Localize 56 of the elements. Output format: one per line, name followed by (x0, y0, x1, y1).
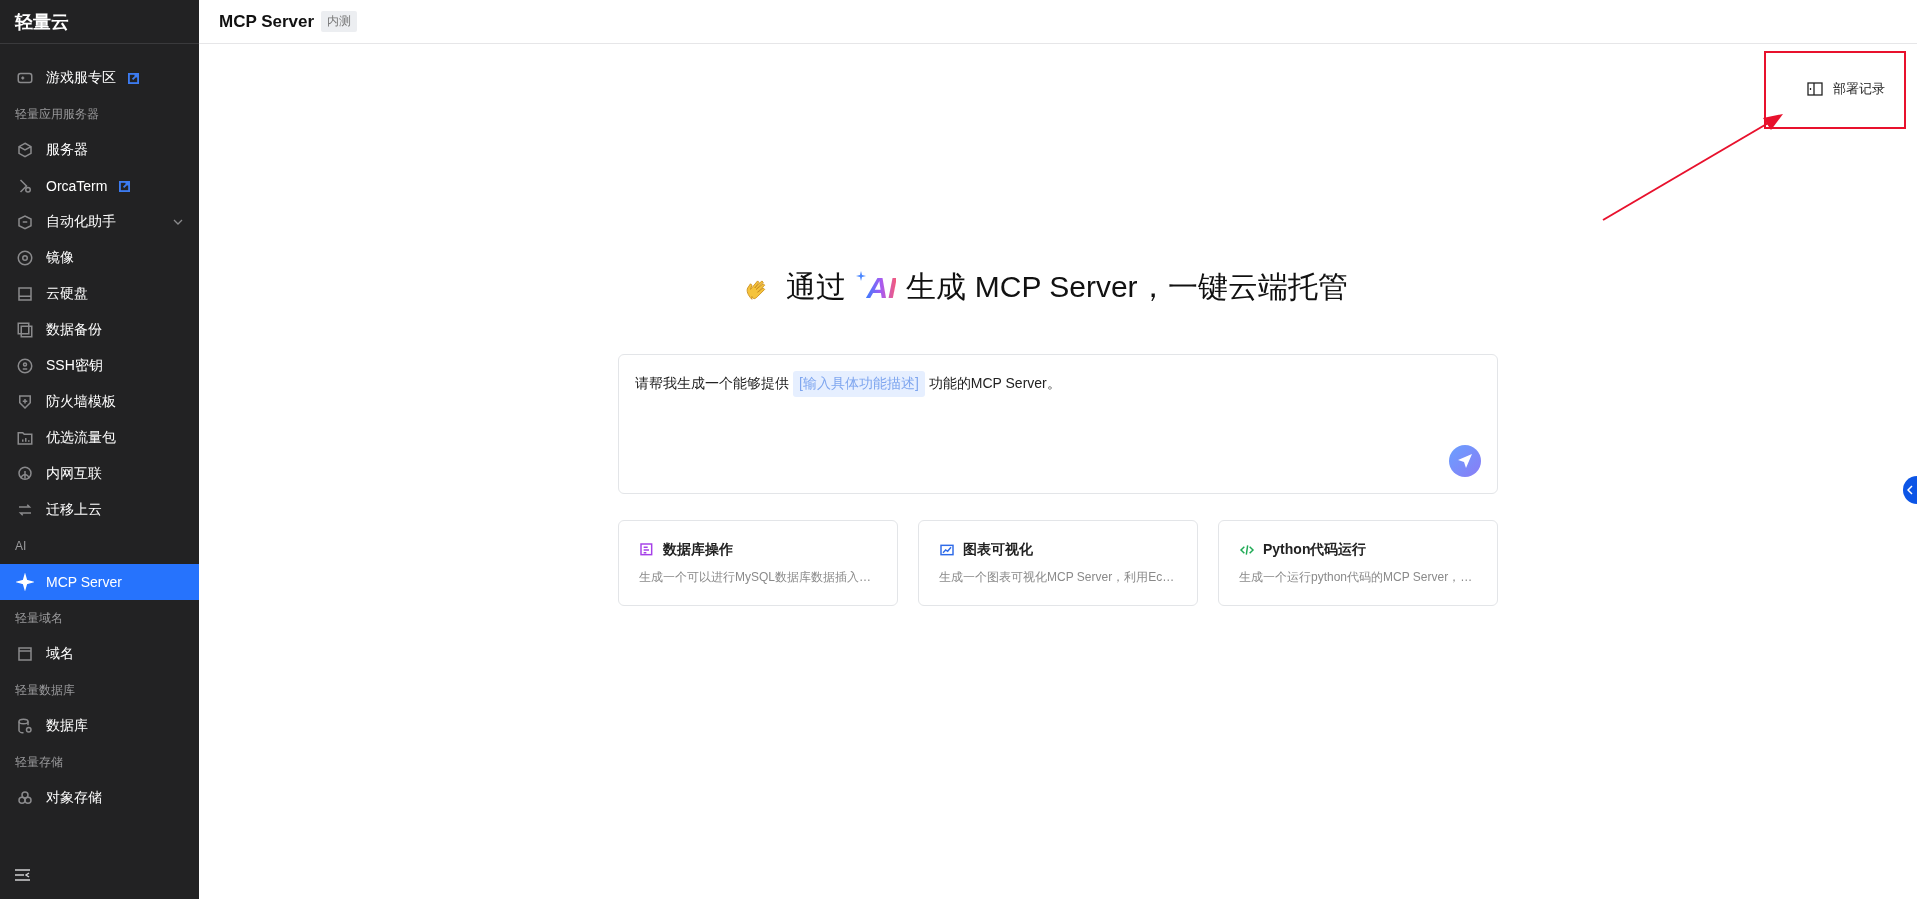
sidebar-item[interactable]: MCP Server (0, 564, 199, 600)
sidebar-item[interactable]: 云硬盘 (0, 276, 199, 312)
chevron-down-icon (173, 219, 183, 225)
page-title: MCP Server (219, 11, 315, 32)
send-button[interactable] (1449, 445, 1481, 477)
beta-badge: 内测 (321, 11, 358, 32)
folder-chart-icon (16, 429, 34, 447)
template-card[interactable]: Python代码运行 生成一个运行python代码的MCP Server，… (1218, 520, 1498, 606)
template-description: 生成一个图表可视化MCP Server，利用Ec… (939, 569, 1176, 586)
sidebar-item[interactable]: SSH密钥 (0, 348, 199, 384)
cube-icon (16, 141, 34, 159)
section-label: 轻量数据库 (14, 681, 76, 699)
section-label: AI (14, 538, 28, 555)
chevron-left-icon (1907, 485, 1913, 495)
sidebar-item[interactable]: 自动化助手 (0, 204, 199, 240)
sparkle-icon (16, 573, 34, 591)
sidebar-item[interactable]: 对象存储 (0, 780, 199, 816)
sidebar-item[interactable]: 域名 (0, 636, 199, 672)
sidebar-item[interactable]: 迁移上云 (0, 492, 199, 528)
external-link-icon (119, 180, 131, 192)
sidebar-item[interactable]: 数据库 (0, 708, 199, 744)
sidebar-item[interactable]: 数据备份 (0, 312, 199, 348)
brand-name: 轻量云 (0, 0, 199, 44)
template-title: Python代码运行 (1263, 541, 1367, 559)
sparkle-icon (856, 270, 867, 281)
template-title: 图表可视化 (963, 541, 1033, 559)
disc-icon (16, 249, 34, 267)
sidebar-item[interactable]: 优选流量包 (0, 420, 199, 456)
section-label: 轻量应用服务器 (14, 105, 100, 123)
send-icon (1457, 453, 1473, 469)
template-description: 生成一个运行python代码的MCP Server，… (1239, 569, 1474, 586)
prompt-text: 请帮我生成一个能够提供 (635, 375, 789, 393)
template-card[interactable]: 数据库操作 生成一个可以进行MySQL数据库数据插入… (618, 520, 898, 606)
circles-icon (16, 789, 34, 807)
template-description: 生成一个可以进行MySQL数据库数据插入… (639, 569, 872, 586)
sidebar-item[interactable]: 镜像 (0, 240, 199, 276)
panel-icon (1807, 82, 1823, 96)
sidebar-item[interactable]: 内网互联 (0, 456, 199, 492)
template-title: 数据库操作 (663, 541, 733, 559)
external-link-icon (128, 72, 139, 84)
prompt-text: 功能的MCP Server。 (928, 375, 1061, 393)
section-label: 轻量存储 (14, 753, 64, 771)
database-icon (16, 717, 34, 735)
sidebar-item[interactable]: OrcaTerm (0, 168, 199, 204)
prompt-input-field[interactable]: 请帮我生成一个能够提供 [输入具体功能描述] 功能的MCP Server。 (618, 354, 1498, 494)
section-label: 轻量域名 (14, 609, 64, 627)
sidebar-item[interactable]: 防火墙模板 (0, 384, 199, 420)
collapse-menu-icon[interactable] (15, 869, 30, 881)
sidebar-item[interactable]: 游戏服专区 (0, 60, 199, 96)
sidebar-item[interactable]: 服务器 (0, 132, 199, 168)
backup-icon (16, 321, 34, 339)
hero-title-text: 通过 (786, 269, 847, 305)
hero-title-text: 生成 MCP Server，一键云端托管 (906, 269, 1348, 305)
shield-icon (16, 393, 34, 411)
window-icon (16, 645, 34, 663)
template-card[interactable]: 图表可视化 生成一个图表可视化MCP Server，利用Ec… (918, 520, 1198, 606)
